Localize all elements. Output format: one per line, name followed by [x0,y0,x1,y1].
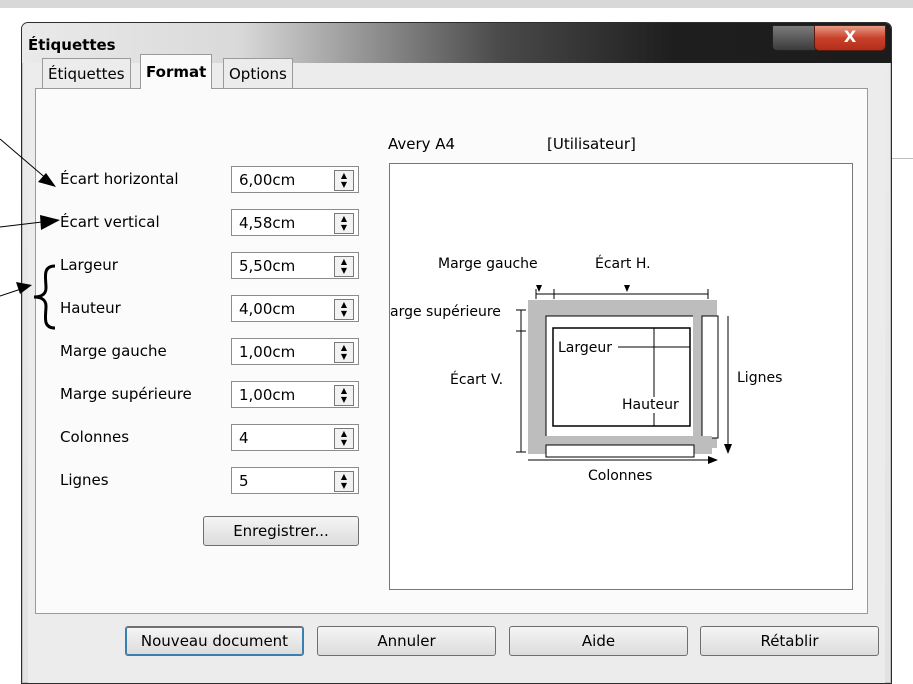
preview-type: [Utilisateur] [547,135,636,153]
rows-field[interactable]: 5 ▲ ▼ [231,467,359,494]
label-columns: Colonnes [60,428,130,446]
height-field[interactable]: 4,00cm ▲ ▼ [231,295,359,322]
label-top-margin: Marge supérieure [60,385,192,403]
label-height: Hauteur [60,299,121,317]
label-horizontal-gap: Écart horizontal [60,170,179,188]
tab-label: Format [146,63,207,81]
left-margin-field[interactable]: 1,00cm ▲ ▼ [231,338,359,365]
reset-button[interactable]: Rétablir [700,626,879,656]
preview-top-margin-label: arge supérieure [390,304,501,320]
tab-label: Options [229,65,287,83]
preview-gap-h-label: Écart H. [595,256,651,272]
field-value: 1,00cm [239,343,296,361]
next-label-right-inner [701,315,719,439]
spinner-arrows-icon[interactable]: ▲ ▼ [334,428,354,449]
spinner-arrows-icon[interactable]: ▲ ▼ [334,299,354,320]
tab-format[interactable]: Format [140,54,213,89]
preview-brand: Avery A4 [388,135,456,153]
background-strip [0,0,913,8]
preview-rows-label: Lignes [737,370,783,386]
tab-label: Étiquettes [48,65,125,83]
preview-columns-label: Colonnes [588,468,653,484]
new-document-button[interactable]: Nouveau document [125,626,304,656]
spinner-arrows-icon[interactable]: ▲ ▼ [334,256,354,277]
close-icon: X [843,27,857,46]
field-value: 6,00cm [239,171,296,189]
preview-width-label: Largeur [558,340,613,356]
preview-height-label: Hauteur [622,397,679,413]
spinner-arrows-icon[interactable]: ▲ ▼ [334,213,354,234]
dialog-title: Étiquettes [28,36,116,54]
next-label-below-inner [545,444,695,458]
rows-arrow-head [724,444,732,454]
width-field[interactable]: 5,50cm ▲ ▼ [231,252,359,279]
preview-left-margin-label: Marge gauche [438,256,538,272]
minimize-button[interactable] [772,25,816,51]
field-value: 4,00cm [239,300,296,318]
spinner-arrows-icon[interactable]: ▲ ▼ [334,342,354,363]
spinner-arrows-icon[interactable]: ▲ ▼ [334,385,354,406]
spinner-arrows-icon[interactable]: ▲ ▼ [334,471,354,492]
margin-left-arrow [536,285,542,292]
top-margin-field[interactable]: 1,00cm ▲ ▼ [231,381,359,408]
help-button[interactable]: Aide [509,626,688,656]
field-value: 5,50cm [239,257,296,275]
background-line [890,158,913,159]
columns-field[interactable]: 4 ▲ ▼ [231,424,359,451]
label-rows: Lignes [60,471,109,489]
close-button[interactable]: X [814,25,886,51]
label-vertical-gap: Écart vertical [60,213,160,231]
cancel-button[interactable]: Annuler [317,626,496,656]
field-value: 4 [239,429,249,447]
save-button[interactable]: Enregistrer... [203,516,359,546]
columns-arrow-head [708,456,718,464]
label-preview: Marge gauche Écart H. arge supérieure Éc… [389,163,853,590]
field-value: 1,00cm [239,386,296,404]
tab-options[interactable]: Options [223,58,293,88]
spinner-arrows-icon[interactable]: ▲ ▼ [334,170,354,191]
field-value: 4,58cm [239,214,296,232]
label-left-margin: Marge gauche [60,342,167,360]
preview-gap-v-label: Écart V. [450,372,504,388]
label-width: Largeur [60,256,118,274]
vertical-gap-field[interactable]: 4,58cm ▲ ▼ [231,209,359,236]
field-value: 5 [239,472,249,490]
tab-labels[interactable]: Étiquettes [42,58,131,88]
gap-h-arrow [624,285,630,292]
horizontal-gap-field[interactable]: 6,00cm ▲ ▼ [231,166,359,193]
